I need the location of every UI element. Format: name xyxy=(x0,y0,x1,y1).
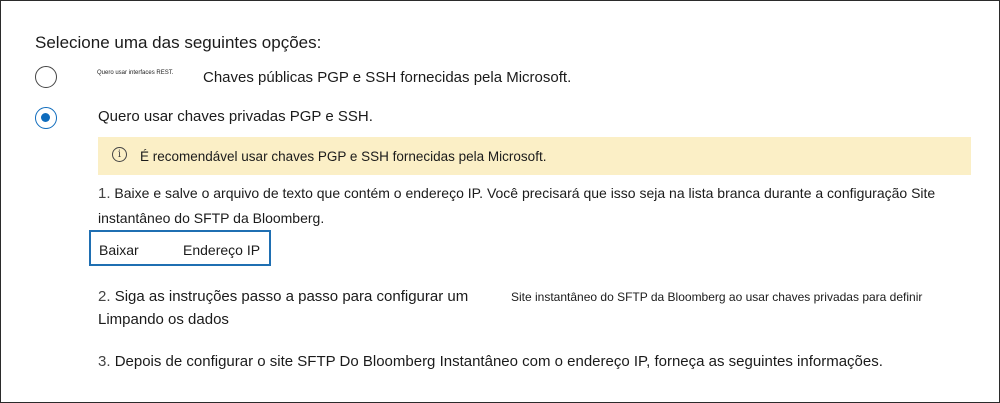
step-2-text: Siga as instruções passo a passo para co… xyxy=(114,288,469,305)
download-label: Baixar xyxy=(99,242,139,258)
step-2-continuation: Limpando os dados xyxy=(98,311,229,328)
step-1: 1. Baixe e salve o arquivo de texto que … xyxy=(98,181,978,231)
options-heading: Selecione uma das seguintes opções: xyxy=(35,33,322,52)
step-2-link[interactable]: Site instantâneo do SFTP da Bloomberg ao… xyxy=(511,290,922,304)
radio-option-microsoft-keys[interactable] xyxy=(35,66,57,88)
step-number: 2. xyxy=(98,288,111,305)
option-rest-label: Quero usar interfaces REST. xyxy=(97,70,174,76)
option-microsoft-keys-label[interactable]: Chaves públicas PGP e SSH fornecidas pel… xyxy=(203,69,571,86)
step-number: 1. xyxy=(98,185,111,202)
radio-selected-dot xyxy=(41,113,50,122)
option-private-keys-label[interactable]: Quero usar chaves privadas PGP e SSH. xyxy=(98,108,373,125)
step-3: 3. Depois de configurar o site SFTP Do B… xyxy=(98,353,883,370)
dialog-frame: Selecione uma das seguintes opções: Quer… xyxy=(0,0,1000,403)
step-1-text: Baixe e salve o arquivo de texto que con… xyxy=(98,185,936,226)
recommendation-banner: i É recomendável usar chaves PGP e SSH f… xyxy=(98,137,971,175)
ip-address-label: Endereço IP xyxy=(183,242,261,258)
step-3-text: Depois de configurar o site SFTP Do Bloo… xyxy=(114,353,883,370)
info-icon: i xyxy=(112,147,127,162)
banner-text: É recomendável usar chaves PGP e SSH for… xyxy=(140,149,547,164)
download-ip-button[interactable]: Baixar Endereço IP xyxy=(89,230,271,266)
radio-option-private-keys[interactable] xyxy=(35,107,57,129)
step-number: 3. xyxy=(98,353,111,370)
step-2: 2. Siga as instruções passo a passo para… xyxy=(98,288,468,305)
